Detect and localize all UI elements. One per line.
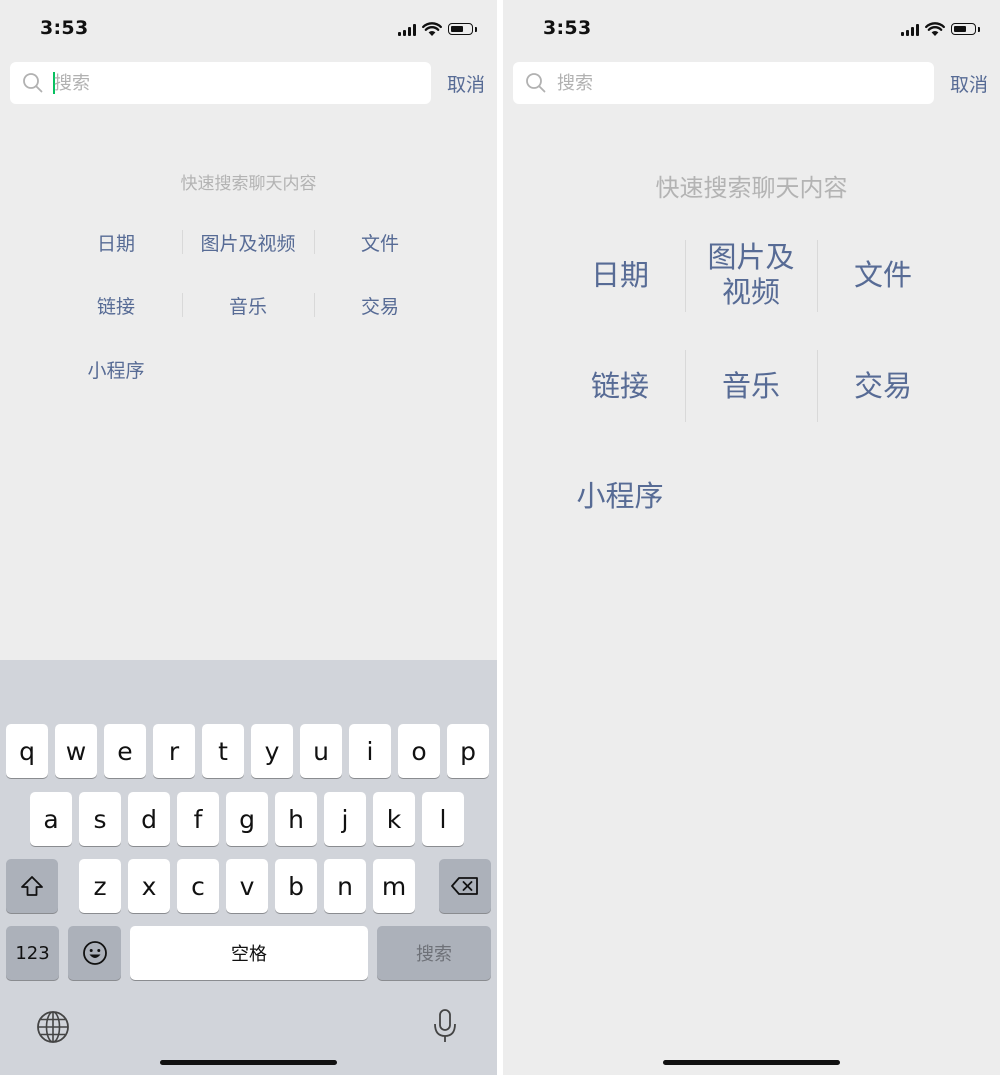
quick-file[interactable]: 文件 (314, 227, 446, 257)
status-time: 3:53 (40, 17, 89, 39)
key-e[interactable]: e (104, 724, 146, 778)
quick-music[interactable]: 音乐 (182, 290, 314, 320)
quick-link[interactable]: 链接 (50, 290, 182, 320)
quick-media[interactable]: 图片及 视频 (685, 240, 817, 310)
space-key[interactable]: 空格 (130, 926, 368, 980)
quick-date[interactable]: 日期 (554, 255, 686, 295)
quick-music[interactable]: 音乐 (685, 366, 817, 406)
search-icon (23, 73, 43, 93)
battery-tip (978, 26, 980, 32)
cellular-signal-icon (901, 23, 919, 36)
grid-divider (685, 240, 686, 312)
key-s[interactable]: s (79, 792, 121, 846)
status-icons (901, 21, 980, 37)
key-r[interactable]: r (153, 724, 195, 778)
key-q[interactable]: q (6, 724, 48, 778)
phone-screen-with-keyboard: 3:53 取消 快速搜索聊天内容 日期 图片及视频 文件 链接 音乐 交易 小程… (0, 0, 497, 1075)
grid-divider (314, 293, 315, 317)
key-x[interactable]: x (128, 859, 170, 913)
key-n[interactable]: n (324, 859, 366, 913)
emoji-icon (82, 941, 107, 965)
key-f[interactable]: f (177, 792, 219, 846)
quick-media-line2: 视频 (721, 274, 780, 309)
search-icon (526, 73, 546, 93)
key-v[interactable]: v (226, 859, 268, 913)
search-box[interactable] (513, 62, 934, 104)
battery-tip (475, 26, 477, 32)
key-h[interactable]: h (275, 792, 317, 846)
key-w[interactable]: w (55, 724, 97, 778)
shift-key[interactable] (6, 859, 58, 913)
quick-mini-program[interactable]: 小程序 (50, 354, 182, 384)
status-icons (398, 21, 477, 37)
key-p[interactable]: p (447, 724, 489, 778)
key-l[interactable]: l (422, 792, 464, 846)
status-time: 3:53 (543, 17, 592, 39)
key-t[interactable]: t (202, 724, 244, 778)
grid-divider (182, 293, 183, 317)
grid-divider (182, 230, 183, 254)
key-o[interactable]: o (398, 724, 440, 778)
quick-date[interactable]: 日期 (50, 227, 182, 257)
globe-icon[interactable] (36, 1010, 70, 1044)
grid-divider (817, 240, 818, 312)
key-j[interactable]: j (324, 792, 366, 846)
search-submit-key[interactable]: 搜索 (377, 926, 491, 980)
wifi-icon (422, 21, 442, 36)
home-indicator (160, 1060, 337, 1065)
cancel-button[interactable]: 取消 (447, 70, 485, 97)
cancel-button[interactable]: 取消 (950, 70, 988, 97)
emoji-key[interactable] (68, 926, 121, 980)
numbers-key[interactable]: 123 (6, 926, 59, 980)
cellular-signal-icon (398, 23, 416, 36)
battery-icon (951, 23, 976, 35)
search-box[interactable] (10, 62, 431, 104)
wifi-icon (925, 21, 945, 36)
search-input[interactable] (54, 70, 414, 96)
quick-transaction[interactable]: 交易 (314, 290, 446, 320)
search-input[interactable] (557, 70, 917, 96)
quick-file[interactable]: 文件 (817, 255, 949, 295)
key-m[interactable]: m (373, 859, 415, 913)
keyboard: q w e r t y u i o p a s d f g h j k l z … (0, 660, 497, 1075)
quick-transaction[interactable]: 交易 (817, 366, 949, 406)
key-d[interactable]: d (128, 792, 170, 846)
key-a[interactable]: a (30, 792, 72, 846)
quick-search-hint: 快速搜索聊天内容 (655, 174, 848, 202)
quick-link[interactable]: 链接 (554, 366, 686, 406)
key-z[interactable]: z (79, 859, 121, 913)
grid-divider (314, 230, 315, 254)
microphone-icon[interactable] (432, 1008, 458, 1044)
grid-divider (817, 350, 818, 422)
battery-icon (448, 23, 473, 35)
quick-search-hint: 快速搜索聊天内容 (180, 174, 317, 194)
key-b[interactable]: b (275, 859, 317, 913)
grid-divider (685, 350, 686, 422)
backspace-icon (451, 877, 478, 895)
shift-icon (21, 876, 43, 896)
key-c[interactable]: c (177, 859, 219, 913)
backspace-key[interactable] (439, 859, 491, 913)
key-i[interactable]: i (349, 724, 391, 778)
home-indicator (663, 1060, 840, 1065)
quick-media-line1: 图片及 (707, 240, 795, 274)
key-y[interactable]: y (251, 724, 293, 778)
quick-mini-program[interactable]: 小程序 (554, 476, 686, 516)
key-u[interactable]: u (300, 724, 342, 778)
phone-screen-large-text: 3:53 取消 快速搜索聊天内容 日期 图片及 视频 文件 链接 音乐 交易 小… (503, 0, 1000, 1075)
quick-media[interactable]: 图片及视频 (182, 227, 314, 257)
key-g[interactable]: g (226, 792, 268, 846)
key-k[interactable]: k (373, 792, 415, 846)
